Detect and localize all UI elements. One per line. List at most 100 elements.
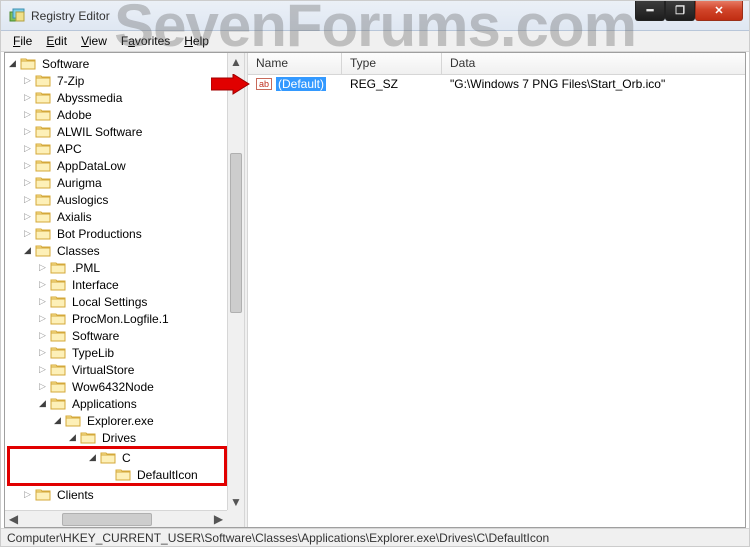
tree-node[interactable]: ▷ TypeLib xyxy=(5,344,227,361)
expand-icon[interactable]: ▷ xyxy=(35,260,50,275)
tree-label: AppDataLow xyxy=(55,159,128,173)
expand-icon[interactable]: ▷ xyxy=(20,192,35,207)
tree-label: APC xyxy=(55,142,84,156)
menu-view[interactable]: View xyxy=(75,32,113,50)
folder-icon xyxy=(35,91,51,104)
tree-node[interactable]: ▷ ProcMon.Logfile.1 xyxy=(5,310,227,327)
expand-icon[interactable]: ▷ xyxy=(20,175,35,190)
col-data[interactable]: Data xyxy=(442,53,745,74)
expand-icon[interactable]: ◢ xyxy=(85,450,100,465)
expand-icon[interactable]: ◢ xyxy=(35,396,50,411)
tree-node[interactable]: DefaultIcon xyxy=(10,466,224,483)
folder-icon xyxy=(100,451,116,464)
tree-label: 7-Zip xyxy=(55,74,86,88)
folder-icon xyxy=(35,74,51,87)
close-button[interactable]: ✕ xyxy=(695,1,743,21)
tree-node[interactable]: ▷ VirtualStore xyxy=(5,361,227,378)
scroll-left-icon[interactable]: ◀ xyxy=(5,511,22,528)
value-name: (Default) xyxy=(276,77,326,91)
expand-icon[interactable]: ▷ xyxy=(20,73,35,88)
scrollbar-thumb[interactable] xyxy=(230,153,242,313)
scrollbar-thumb[interactable] xyxy=(62,513,152,526)
tree-node[interactable]: ◢ Drives xyxy=(5,429,227,446)
tree-node[interactable]: ▷ Adobe xyxy=(5,106,227,123)
expand-icon[interactable]: ▷ xyxy=(20,158,35,173)
tree-horizontal-scrollbar[interactable]: ◀ ▶ xyxy=(5,510,227,527)
expand-icon[interactable]: ▷ xyxy=(20,209,35,224)
tree-scroll[interactable]: ◢ Software ▷ 7-Zip ▷ Abyssmedia ▷ Adobe … xyxy=(5,53,227,510)
expand-icon[interactable]: ▷ xyxy=(20,141,35,156)
folder-icon xyxy=(35,176,51,189)
expand-icon[interactable]: ◢ xyxy=(20,243,35,258)
scroll-down-icon[interactable]: ▼ xyxy=(228,493,244,510)
tree-vertical-scrollbar[interactable]: ▲ ▼ xyxy=(227,53,244,510)
tree-label: Drives xyxy=(100,431,138,445)
tree-node[interactable]: ▷ Wow6432Node xyxy=(5,378,227,395)
tree-node[interactable]: ▷ Axialis xyxy=(5,208,227,225)
expand-icon[interactable]: ▷ xyxy=(20,124,35,139)
expand-icon[interactable]: ◢ xyxy=(50,413,65,428)
folder-icon xyxy=(20,57,36,70)
tree-node[interactable]: ▷ AppDataLow xyxy=(5,157,227,174)
expand-icon[interactable]: ▷ xyxy=(20,107,35,122)
col-type[interactable]: Type xyxy=(342,53,442,74)
menu-favorites[interactable]: Favorites xyxy=(115,32,176,50)
list-row[interactable]: ab (Default) REG_SZ "G:\Windows 7 PNG Fi… xyxy=(248,75,745,93)
tree-node[interactable]: ◢ Explorer.exe xyxy=(5,412,227,429)
expand-icon[interactable]: ▷ xyxy=(35,328,50,343)
expand-icon[interactable]: ◢ xyxy=(5,56,20,71)
tree-node[interactable]: ▷ Bot Productions xyxy=(5,225,227,242)
tree-label: Bot Productions xyxy=(55,227,144,241)
regedit-icon xyxy=(9,8,25,24)
folder-icon xyxy=(50,329,66,342)
expand-icon[interactable]: ▷ xyxy=(20,226,35,241)
tree-node[interactable]: ◢ Applications xyxy=(5,395,227,412)
tree-node[interactable]: ◢ Classes xyxy=(5,242,227,259)
scroll-right-icon[interactable]: ▶ xyxy=(210,511,227,528)
folder-icon xyxy=(50,397,66,410)
tree-node[interactable]: ▷ APC xyxy=(5,140,227,157)
tree-node[interactable]: ◢ C xyxy=(10,449,224,466)
main-area: ◢ Software ▷ 7-Zip ▷ Abyssmedia ▷ Adobe … xyxy=(4,52,746,528)
expand-icon[interactable]: ◢ xyxy=(65,430,80,445)
tree-node[interactable]: ▷ Aurigma xyxy=(5,174,227,191)
folder-icon xyxy=(35,142,51,155)
folder-icon xyxy=(65,414,81,427)
folder-icon xyxy=(115,468,131,481)
maximize-button[interactable]: ❐ xyxy=(665,1,695,21)
menubar: File Edit View Favorites Help xyxy=(1,31,749,52)
folder-icon xyxy=(35,193,51,206)
expand-icon[interactable]: ▷ xyxy=(35,362,50,377)
expand-icon[interactable]: ▷ xyxy=(35,294,50,309)
scroll-corner xyxy=(227,510,244,527)
status-bar: Computer\HKEY_CURRENT_USER\Software\Clas… xyxy=(1,528,749,546)
tree-node[interactable]: ▷ Clients xyxy=(5,486,227,503)
minimize-button[interactable]: ━ xyxy=(635,1,665,21)
tree-node[interactable]: ◢ Software xyxy=(5,55,227,72)
expand-icon[interactable]: ▷ xyxy=(35,277,50,292)
tree-node[interactable]: ▷ Local Settings xyxy=(5,293,227,310)
menu-help[interactable]: Help xyxy=(178,32,215,50)
folder-icon xyxy=(35,159,51,172)
expand-icon[interactable]: ▷ xyxy=(35,379,50,394)
tree-node[interactable]: ▷ 7-Zip xyxy=(5,72,227,89)
expand-icon[interactable]: ▷ xyxy=(20,90,35,105)
tree-node[interactable]: ▷ .PML xyxy=(5,259,227,276)
tree-label: .PML xyxy=(70,261,102,275)
tree-label: ALWIL Software xyxy=(55,125,144,139)
tree-node[interactable]: ▷ Auslogics xyxy=(5,191,227,208)
tree-label: TypeLib xyxy=(70,346,116,360)
menu-edit[interactable]: Edit xyxy=(40,32,73,50)
col-name[interactable]: Name xyxy=(248,53,342,74)
tree-node[interactable]: ▷ Abyssmedia xyxy=(5,89,227,106)
tree-node[interactable]: ▷ Software xyxy=(5,327,227,344)
scroll-up-icon[interactable]: ▲ xyxy=(228,53,244,70)
folder-icon xyxy=(35,244,51,257)
expand-icon[interactable]: ▷ xyxy=(20,487,35,502)
menu-file[interactable]: File xyxy=(7,32,38,50)
tree-node[interactable]: ▷ Interface xyxy=(5,276,227,293)
expand-icon[interactable]: ▷ xyxy=(35,311,50,326)
list-body[interactable]: ab (Default) REG_SZ "G:\Windows 7 PNG Fi… xyxy=(248,75,745,527)
expand-icon[interactable]: ▷ xyxy=(35,345,50,360)
tree-node[interactable]: ▷ ALWIL Software xyxy=(5,123,227,140)
